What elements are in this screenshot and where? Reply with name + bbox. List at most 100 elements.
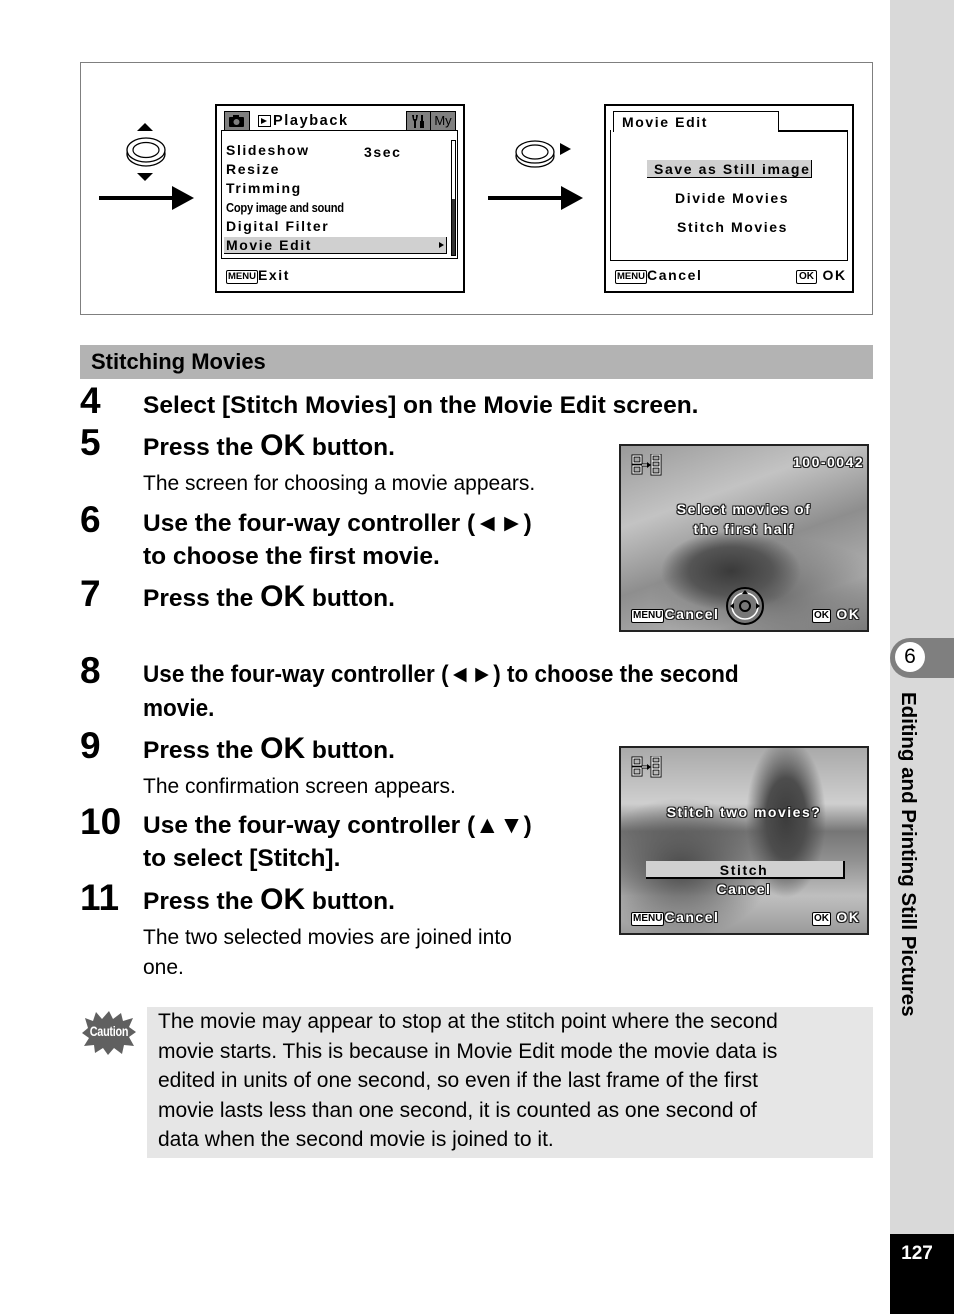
chapter-number: 6 [895,642,925,672]
step-number: 4 [80,380,101,421]
menu-key-badge: MENU [631,609,665,623]
right-arrow-icon [172,186,194,210]
menu-key-badge: MENU [631,912,665,926]
right-pointer-icon [560,143,571,155]
step-text-post: button. [305,434,395,461]
step-text-line1: Use the four-way controller (◄►) [143,510,532,537]
exit-label: Exit [257,267,291,283]
option-cancel[interactable]: Cancel [619,881,869,897]
step-text-post: button. [305,737,395,764]
ok-key-badge: OK [796,270,817,284]
step-number: 5 [80,422,101,463]
four-way-controller-up-down-icon [126,137,166,167]
select-message-line1: Select movies of [676,501,812,517]
cancel-label: Cancel [646,267,703,283]
movie-edit-title: Movie Edit [622,114,709,130]
wrench-icon [412,115,424,128]
step-text: Press the OK button. [143,429,395,464]
step-text: Select [Stitch Movies] on the Movie Edit… [143,392,699,419]
my-tab[interactable]: My [430,111,456,131]
menu-item-divide-movies[interactable]: Divide Movies [675,190,789,206]
menu-item-movie-edit[interactable]: Movie Edit [226,237,312,253]
page-number: 127 [901,1243,933,1264]
step-number: 8 [80,650,101,691]
caution-line: movie starts. This is because in Movie E… [158,1039,778,1063]
chapter-title: Editing and Printing Still Pictures [897,692,920,1017]
step-text: Press the OK button. [143,883,395,918]
menu-item-slideshow[interactable]: Slideshow [226,142,310,158]
menu-key-badge: MENU [615,270,647,284]
step-text-pre: Press the [143,888,261,915]
arrow-line [488,196,563,200]
ok-key-badge: OK [812,912,831,926]
cancel-label: Cancel [664,606,720,622]
ok-hint[interactable]: OK OK [796,267,847,284]
step-number: 11 [80,877,120,918]
panel-top-border [778,130,848,132]
menu-item-resize[interactable]: Resize [226,161,280,177]
step-text-line1: Use the four-way controller (◄►) to choo… [143,661,739,688]
scroll-thumb[interactable] [452,199,455,255]
settings-tab[interactable] [406,111,431,131]
playback-tab-label[interactable]: Playback [273,113,349,129]
cancel-hint[interactable]: MENU Cancel [615,267,703,284]
four-way-controller-icon[interactable] [725,586,765,626]
ok-key-badge: OK [812,609,831,623]
step-text-post: button. [305,888,395,915]
ok-label: OK [822,267,847,283]
confirm-message: Stitch two movies? [666,804,822,820]
step-description: The confirmation screen appears. [143,775,456,798]
menu-scrollbar[interactable] [451,140,456,256]
step-text-pre: Press the [143,434,261,461]
slideshow-value: 3sec [364,144,402,160]
stitch-movie-icon [631,454,662,476]
ok-hint[interactable]: OK OK [812,606,860,623]
step-number: 6 [80,499,101,540]
menu-item-copy-image-and-sound[interactable]: Copy image and sound [226,200,344,215]
step-text-line2: to choose the first movie. [143,543,440,570]
down-arrow-icon [137,173,153,181]
section-title: Stitching Movies [91,349,266,374]
camera-tab[interactable] [224,111,250,131]
cancel-hint[interactable]: MENU Cancel [631,606,719,623]
step-number: 9 [80,725,101,766]
up-arrow-icon [137,123,153,131]
caution-line: The movie may appear to stop at the stit… [158,1010,778,1033]
step-text-line2: movie. [143,695,215,722]
step-text-pre: Press the [143,585,261,612]
four-way-controller-right-icon [515,140,555,168]
menu-item-trimming[interactable]: Trimming [226,180,302,196]
cancel-label: Cancel [664,909,720,925]
step-number: 10 [80,801,122,842]
exit-hint[interactable]: MENU Exit [226,267,290,284]
menu-item-digital-filter[interactable]: Digital Filter [226,218,329,234]
step-description: The screen for choosing a movie appears. [143,472,536,495]
ok-hint[interactable]: OK OK [812,909,860,926]
cancel-hint[interactable]: MENU Cancel [631,909,719,926]
step-text: Press the OK button. [143,580,395,615]
step-text-line1: Use the four-way controller (▲▼) [143,812,532,839]
select-message-line2: the first half [693,521,795,537]
play-icon [258,115,271,127]
step-text-post: button. [305,585,395,612]
stitch-movie-icon [631,756,662,778]
step-text-pre: Press the [143,737,261,764]
ok-button-glyph: OK [260,883,306,916]
ok-button-glyph: OK [260,429,306,462]
right-arrow-icon [561,186,583,210]
caution-line: edited in units of one second, so even i… [158,1069,759,1093]
submenu-arrow-icon [439,242,444,248]
option-stitch[interactable]: Stitch [619,862,869,878]
camera-icon [229,115,244,127]
menu-key-badge: MENU [226,270,258,284]
step-description-line1: The two selected movies are joined into [143,926,512,949]
caution-line: data when the second movie is joined to … [158,1128,554,1152]
file-number: 100-0042 [793,454,865,470]
menu-item-save-as-still-image[interactable]: Save as Still image [654,161,810,177]
ok-button-glyph: OK [260,580,306,613]
menu-item-stitch-movies[interactable]: Stitch Movies [677,219,788,235]
caution-text: The movie may appear to stop at the stit… [158,1007,868,1155]
caution-label: Caution [89,1024,129,1039]
caution-line: movie lasts less than one second, it is … [158,1098,757,1122]
ok-label: OK [836,909,861,925]
